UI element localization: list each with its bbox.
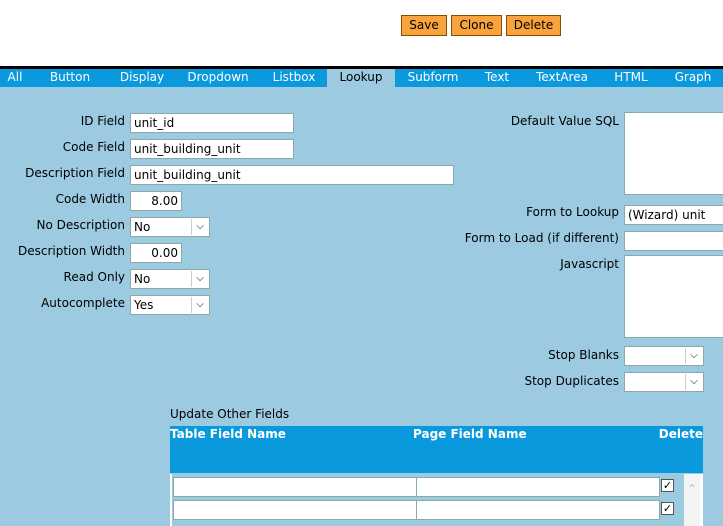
autocomplete-label: Autocomplete bbox=[41, 296, 125, 310]
id-field-label: ID Field bbox=[80, 114, 125, 128]
delete-button[interactable]: Delete bbox=[506, 15, 561, 36]
tab-button[interactable]: Button bbox=[42, 69, 98, 87]
read-only-label: Read Only bbox=[63, 270, 125, 284]
update-fields-header: Table Field Name Page Field Name Delete bbox=[170, 426, 703, 473]
column-page-field-name: Page Field Name bbox=[413, 427, 527, 441]
stop-duplicates-label: Stop Duplicates bbox=[524, 374, 619, 388]
no-description-select[interactable]: No ⌵ bbox=[130, 217, 210, 237]
form-to-load-input[interactable] bbox=[624, 231, 723, 251]
delete-checkbox[interactable]: ✓ bbox=[661, 502, 674, 515]
chevron-down-icon: ⌵ bbox=[191, 271, 208, 287]
save-button[interactable]: Save bbox=[401, 15, 447, 36]
column-table-field-name: Table Field Name bbox=[170, 427, 286, 441]
table-field-input[interactable] bbox=[173, 477, 417, 497]
chevron-down-icon: ⌵ bbox=[191, 219, 208, 235]
stop-blanks-label: Stop Blanks bbox=[548, 348, 619, 362]
description-field-label: Description Field bbox=[25, 166, 125, 180]
description-width-label: Description Width bbox=[17, 244, 125, 258]
tab-html[interactable]: HTML bbox=[610, 69, 652, 87]
default-value-sql-textarea[interactable] bbox=[624, 112, 723, 195]
no-description-value: No bbox=[134, 220, 151, 234]
column-delete: Delete bbox=[658, 427, 703, 441]
top-toolbar: Save Clone Delete bbox=[0, 0, 723, 66]
tab-lookup[interactable]: Lookup bbox=[327, 69, 395, 87]
code-width-input[interactable]: 8.00 bbox=[130, 191, 182, 211]
autocomplete-value: Yes bbox=[134, 298, 154, 312]
chevron-down-icon: ⌵ bbox=[685, 374, 702, 390]
chevron-down-icon: ⌵ bbox=[191, 297, 208, 313]
description-width-input[interactable]: 0.00 bbox=[130, 243, 182, 263]
javascript-label: Javascript bbox=[560, 257, 619, 271]
default-value-sql-label: Default Value SQL bbox=[510, 114, 619, 128]
tab-listbox[interactable]: Listbox bbox=[270, 69, 318, 87]
autocomplete-select[interactable]: Yes ⌵ bbox=[130, 295, 210, 315]
chevron-down-icon: ⌵ bbox=[685, 348, 702, 364]
code-width-label: Code Width bbox=[55, 192, 125, 206]
page-field-input[interactable] bbox=[416, 500, 660, 520]
checkmark-icon: ✓ bbox=[662, 502, 673, 515]
read-only-value: No bbox=[134, 272, 151, 286]
tab-text[interactable]: Text bbox=[480, 69, 514, 87]
table-field-input[interactable] bbox=[173, 500, 417, 520]
form-to-load-label: Form to Load (if different) bbox=[464, 231, 619, 245]
tab-bar: All Button Display Dropdown Listbox Look… bbox=[0, 66, 723, 87]
code-field-label: Code Field bbox=[62, 140, 125, 154]
tab-display[interactable]: Display bbox=[116, 69, 168, 87]
tab-all[interactable]: All bbox=[4, 69, 26, 87]
tab-textarea[interactable]: TextArea bbox=[533, 69, 591, 87]
clone-button[interactable]: Clone bbox=[451, 15, 502, 36]
update-other-fields-title: Update Other Fields bbox=[170, 407, 290, 421]
tab-dropdown[interactable]: Dropdown bbox=[186, 69, 250, 87]
page-field-input[interactable] bbox=[416, 477, 660, 497]
id-field-input[interactable]: unit_id bbox=[130, 113, 294, 133]
stop-blanks-select[interactable]: ⌵ bbox=[624, 346, 704, 366]
javascript-textarea[interactable] bbox=[624, 255, 723, 338]
no-description-label: No Description bbox=[36, 218, 125, 232]
form-to-lookup-label: Form to Lookup bbox=[526, 205, 619, 219]
tab-subform[interactable]: Subform bbox=[404, 69, 462, 87]
description-field-input[interactable]: unit_building_unit bbox=[130, 165, 454, 185]
read-only-select[interactable]: No ⌵ bbox=[130, 269, 210, 289]
scroll-up-icon[interactable]: ⌃ bbox=[684, 474, 700, 526]
form-to-lookup-input[interactable]: (Wizard) unit bbox=[624, 205, 723, 225]
tab-graph[interactable]: Graph bbox=[671, 69, 715, 87]
stop-duplicates-select[interactable]: ⌵ bbox=[624, 372, 704, 392]
delete-checkbox[interactable]: ✓ bbox=[661, 479, 674, 492]
checkmark-icon: ✓ bbox=[662, 479, 673, 492]
code-field-input[interactable]: unit_building_unit bbox=[130, 139, 294, 159]
